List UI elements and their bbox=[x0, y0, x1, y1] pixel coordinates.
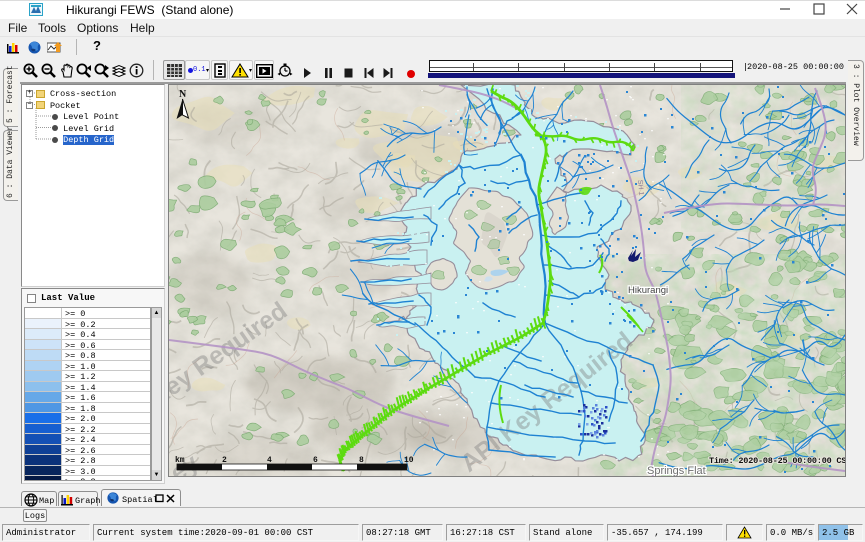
svg-text:Time: 2020-08-25 00:00:00 CST: Time: 2020-08-25 00:00:00 CST bbox=[709, 456, 845, 466]
svg-text:Springs Flat: Springs Flat bbox=[647, 465, 706, 476]
svg-text:N: N bbox=[179, 89, 187, 100]
svg-text:Hikurangi: Hikurangi bbox=[628, 285, 668, 296]
svg-text:?: ? bbox=[93, 38, 101, 52]
svg-text:SH 1: SH 1 bbox=[636, 180, 644, 196]
